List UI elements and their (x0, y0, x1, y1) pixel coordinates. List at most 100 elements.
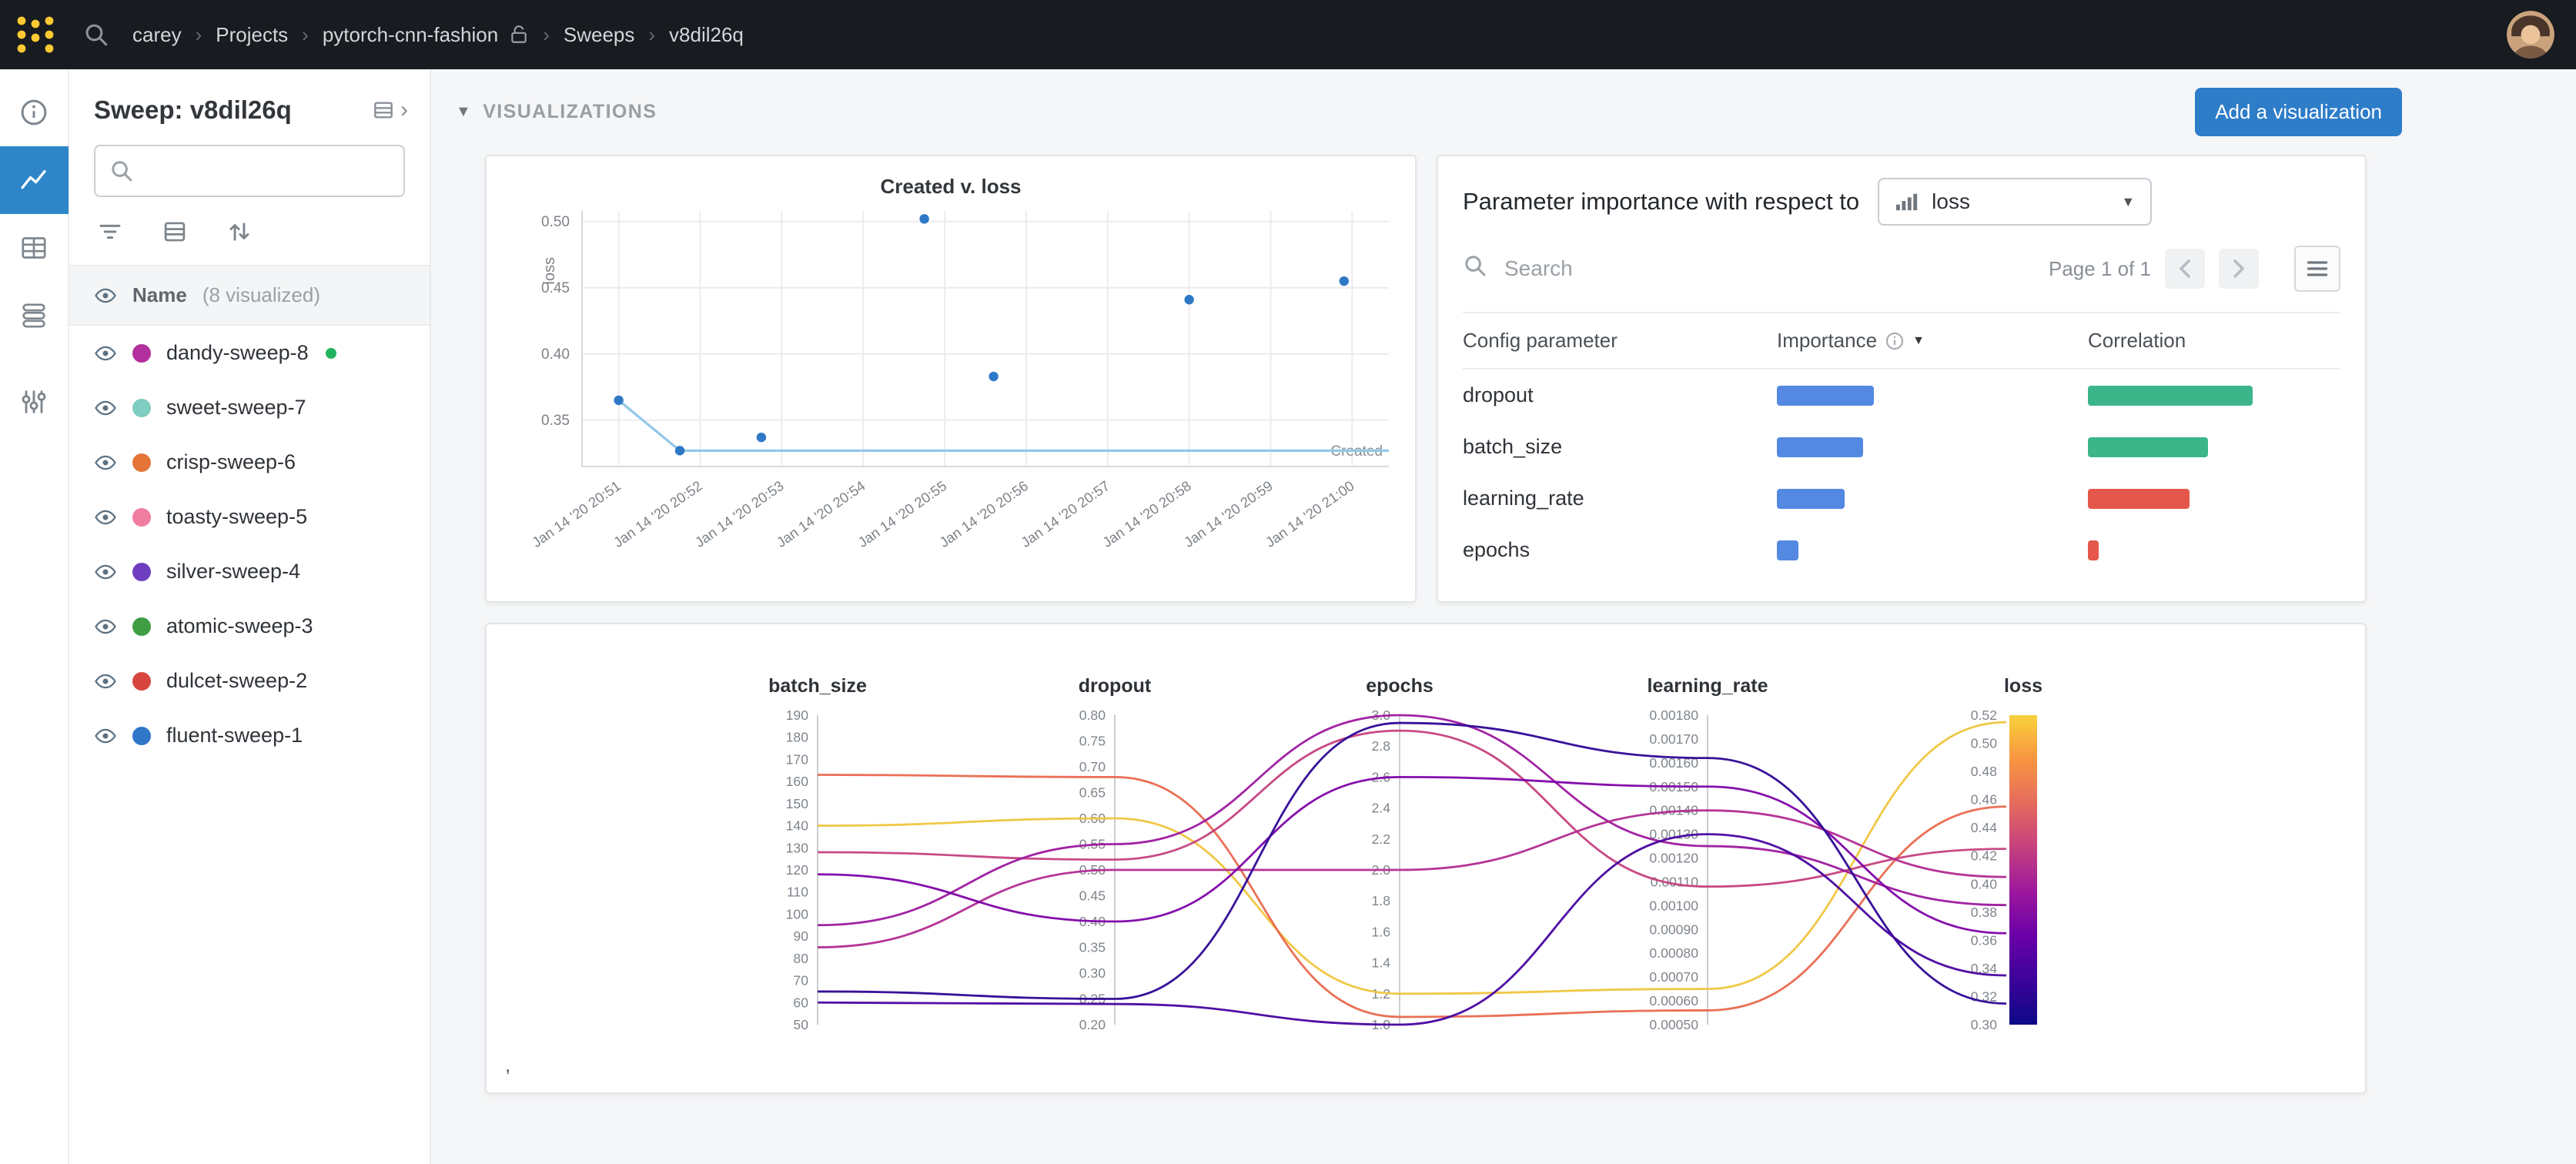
svg-text:0.00120: 0.00120 (1649, 851, 1698, 866)
wandb-logo[interactable] (0, 0, 71, 69)
info-icon[interactable] (0, 79, 69, 146)
config-parameter-name: learning_rate (1463, 487, 1777, 510)
run-row[interactable]: dulcet-sweep-2 (69, 654, 430, 708)
svg-text:0.44: 0.44 (1971, 820, 1997, 835)
svg-text:2.8: 2.8 (1372, 738, 1391, 754)
sort-icon[interactable] (226, 219, 253, 245)
chevron-right-icon (2233, 259, 2245, 278)
breadcrumb-item[interactable]: Projects (216, 23, 288, 47)
correlation-column-header[interactable]: Correlation (2088, 329, 2340, 353)
visualizations-section-toggle[interactable]: ▼ VISUALIZATIONS (456, 101, 657, 123)
run-row[interactable]: crisp-sweep-6 (69, 435, 430, 490)
config-parameter-column-header[interactable]: Config parameter (1463, 329, 1777, 353)
svg-text:0.65: 0.65 (1079, 785, 1106, 801)
svg-text:loss: loss (541, 257, 558, 285)
metric-select-value: loss (1932, 189, 1970, 214)
svg-text:Jan 14 '20 20:55: Jan 14 '20 20:55 (855, 477, 949, 550)
svg-text:0.50: 0.50 (541, 214, 570, 230)
svg-text:170: 170 (786, 751, 809, 767)
visibility-eye-icon[interactable] (94, 342, 117, 365)
correlation-bar (2088, 386, 2253, 406)
run-row[interactable]: sweet-sweep-7 (69, 380, 430, 435)
next-page-button[interactable] (2219, 249, 2259, 289)
run-row[interactable]: atomic-sweep-3 (69, 599, 430, 654)
visibility-eye-icon[interactable] (94, 284, 117, 307)
runs-sidebar: Sweep: v8dil26q › (69, 69, 431, 1164)
visibility-eye-icon[interactable] (94, 451, 117, 474)
config-parameter-name: epochs (1463, 538, 1777, 562)
svg-text:70: 70 (793, 973, 808, 988)
visibility-eye-icon[interactable] (94, 670, 117, 693)
run-name: dandy-sweep-8 (166, 341, 309, 365)
filter-icon[interactable] (97, 219, 123, 245)
svg-text:0.46: 0.46 (1971, 792, 1997, 808)
breadcrumb-item[interactable]: v8dil26q (669, 23, 744, 47)
visibility-eye-icon[interactable] (94, 560, 117, 584)
breadcrumb-item[interactable]: pytorch-cnn-fashion (323, 23, 498, 47)
icon-rail (0, 69, 69, 1164)
search-icon[interactable] (83, 22, 109, 48)
svg-text:130: 130 (786, 840, 809, 855)
group-icon[interactable] (162, 219, 188, 245)
parallel-coordinates-chart[interactable]: batch_size190180170160150140130120110100… (487, 637, 2367, 1062)
run-color-dot (132, 617, 151, 636)
run-name: atomic-sweep-3 (166, 614, 313, 638)
artifacts-icon[interactable] (0, 282, 69, 350)
svg-text:0.50: 0.50 (1971, 736, 1997, 751)
svg-text:60: 60 (793, 995, 808, 1010)
breadcrumb-separator: › (543, 23, 550, 47)
info-icon (1885, 331, 1905, 351)
visibility-eye-icon[interactable] (94, 615, 117, 638)
run-color-dot (132, 453, 151, 472)
svg-text:Jan 14 '20 20:51: Jan 14 '20 20:51 (529, 477, 624, 550)
svg-text:Jan 14 '20 20:59: Jan 14 '20 20:59 (1181, 477, 1276, 550)
created-vs-loss-chart[interactable]: Jan 14 '20 20:51Jan 14 '20 20:52Jan 14 '… (487, 202, 1417, 591)
run-row[interactable]: toasty-sweep-5 (69, 490, 430, 544)
prev-page-button[interactable] (2165, 249, 2205, 289)
config-parameter-name: dropout (1463, 383, 1777, 407)
breadcrumb-item[interactable]: carey (132, 23, 182, 47)
importance-column-header[interactable]: Importance ▼ (1777, 329, 2088, 353)
svg-text:batch_size: batch_size (768, 675, 867, 697)
run-row[interactable]: dandy-sweep-8 (69, 326, 430, 380)
visibility-eye-icon[interactable] (94, 724, 117, 748)
svg-text:1.4: 1.4 (1372, 955, 1391, 971)
breadcrumb-separator: › (302, 23, 309, 47)
sweep-controls-icon[interactable] (0, 368, 69, 436)
svg-text:140: 140 (786, 818, 809, 834)
parallel-coordinates-panel: batch_size190180170160150140130120110100… (485, 623, 2367, 1094)
run-color-dot (132, 727, 151, 745)
visibility-eye-icon[interactable] (94, 396, 117, 420)
metric-select[interactable]: loss ▼ (1878, 178, 2152, 226)
panels-icon[interactable] (0, 146, 69, 214)
table-menu-button[interactable] (2294, 246, 2340, 292)
breadcrumb-separator: › (196, 23, 202, 47)
importance-search-input[interactable] (1501, 255, 2035, 283)
visibility-eye-icon[interactable] (94, 506, 117, 529)
svg-text:180: 180 (786, 730, 809, 745)
run-row[interactable]: silver-sweep-4 (69, 544, 430, 599)
user-avatar[interactable] (2507, 11, 2554, 59)
importance-table-row[interactable]: learning_rate (1463, 473, 2340, 524)
run-color-dot (132, 508, 151, 527)
add-visualization-button[interactable]: Add a visualization (2195, 88, 2402, 136)
run-row[interactable]: fluent-sweep-1 (69, 708, 430, 763)
importance-table-row[interactable]: batch_size (1463, 421, 2340, 473)
svg-text:0.70: 0.70 (1079, 759, 1106, 774)
correlation-bar (2088, 540, 2099, 560)
svg-text:80: 80 (793, 951, 808, 966)
importance-table-header: Config parameter Importance ▼ Correlatio… (1463, 312, 2340, 370)
breadcrumb-separator: › (648, 23, 655, 47)
svg-text:0.36: 0.36 (1971, 932, 1997, 948)
importance-table-row[interactable]: epochs (1463, 524, 2340, 576)
importance-table-row[interactable]: dropout (1463, 370, 2340, 421)
sweep-title: Sweep: v8dil26q (94, 95, 371, 125)
breadcrumb-item[interactable]: Sweeps (564, 23, 635, 47)
svg-text:0.40: 0.40 (1971, 876, 1997, 891)
runs-search-input[interactable] (94, 145, 405, 197)
search-icon (109, 159, 134, 183)
expand-runs-table-button[interactable]: › (371, 97, 408, 123)
svg-text:0.45: 0.45 (1079, 888, 1106, 904)
runs-table-icon[interactable] (0, 214, 69, 282)
svg-text:learning_rate: learning_rate (1647, 675, 1768, 697)
